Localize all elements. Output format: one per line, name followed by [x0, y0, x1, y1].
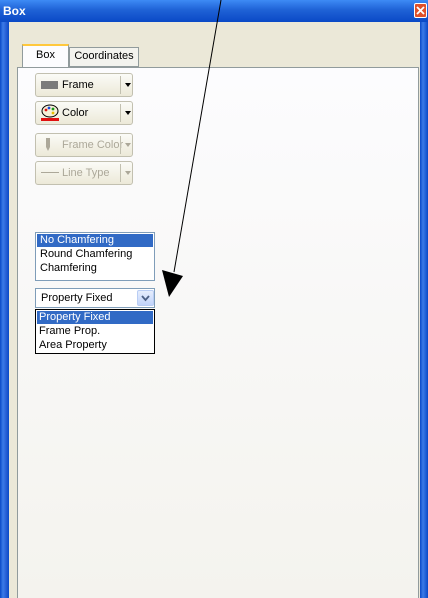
dropdown-option[interactable]: Frame Prop. [37, 325, 153, 338]
list-item[interactable]: No Chamfering [37, 234, 153, 247]
color-button[interactable]: Color [35, 101, 133, 125]
frame-swatch-icon [41, 81, 58, 89]
tab-box[interactable]: Box [22, 44, 69, 67]
split-divider [120, 164, 121, 182]
frame-color-button-label: Frame Color [62, 139, 124, 151]
color-button-main[interactable]: Color [36, 102, 120, 124]
dropdown-option[interactable]: Property Fixed [37, 311, 153, 324]
property-combobox-dropdown-button[interactable] [137, 290, 154, 306]
split-divider [120, 76, 121, 94]
box-window: Box Box Coordinates Frame Color Frame Co… [0, 0, 428, 598]
dropdown-option[interactable]: Area Property [37, 339, 153, 352]
title-bar[interactable]: Box [0, 0, 428, 22]
line-icon [41, 172, 59, 173]
split-divider [120, 136, 121, 154]
list-item[interactable]: Chamfering [37, 262, 153, 275]
color-dropdown-arrow[interactable] [122, 102, 132, 124]
chevron-down-icon [125, 83, 131, 87]
close-button[interactable] [414, 3, 427, 18]
palette-icon [41, 104, 59, 121]
frame-color-button[interactable]: Frame Color [35, 133, 133, 157]
color-button-label: Color [62, 107, 89, 119]
frame-color-dropdown-arrow[interactable] [122, 134, 132, 156]
frame-color-button-main[interactable]: Frame Color [36, 134, 124, 156]
frame-button-label: Frame [62, 79, 94, 91]
split-divider [120, 104, 121, 122]
frame-button[interactable]: Frame [35, 73, 133, 97]
frame-button-main[interactable]: Frame [36, 74, 120, 96]
property-combobox-value: Property Fixed [41, 292, 113, 304]
chevron-down-icon [141, 295, 150, 302]
line-type-dropdown-arrow[interactable] [122, 162, 132, 184]
property-combobox[interactable]: Property Fixed [35, 288, 155, 308]
line-type-button-main[interactable]: Line Type [36, 162, 120, 184]
pen-icon [46, 138, 50, 151]
frame-dropdown-arrow[interactable] [122, 74, 132, 96]
line-type-button-label: Line Type [62, 167, 110, 179]
line-type-button[interactable]: Line Type [35, 161, 133, 185]
tab-coordinates[interactable]: Coordinates [69, 47, 139, 67]
left-border [0, 22, 9, 598]
right-border [420, 22, 428, 598]
window-title: Box [3, 4, 26, 18]
property-dropdown-list[interactable]: Property Fixed Frame Prop. Area Property [35, 309, 155, 354]
chevron-down-icon [125, 171, 131, 175]
chevron-down-icon [125, 143, 131, 147]
chevron-down-icon [125, 111, 131, 115]
list-item[interactable]: Round Chamfering [37, 248, 153, 261]
close-icon [416, 6, 425, 15]
chamfer-listbox[interactable]: No Chamfering Round Chamfering Chamferin… [35, 232, 155, 281]
